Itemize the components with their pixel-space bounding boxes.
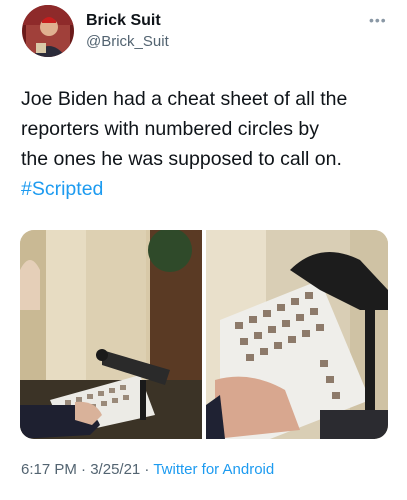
hashtag-link[interactable]: #Scripted <box>21 174 393 204</box>
meta-separator: · <box>76 461 91 478</box>
meta-separator: · <box>140 461 154 478</box>
author-handle[interactable]: @Brick_Suit <box>86 33 169 50</box>
tweet-text-line: Joe Biden had a cheat sheet of all the <box>21 88 348 110</box>
media-photo-right[interactable] <box>206 230 388 439</box>
more-horizontal-icon[interactable]: ••• <box>369 12 387 28</box>
tweet-media[interactable] <box>20 230 388 439</box>
avatar[interactable] <box>22 5 74 57</box>
tweet-date[interactable]: 3/25/21 <box>90 461 140 478</box>
tweet-time[interactable]: 6:17 PM <box>21 461 77 478</box>
tweet-source-link[interactable]: Twitter for Android <box>153 461 274 478</box>
tweet-text: Joe Biden had a cheat sheet of all the r… <box>21 84 393 204</box>
avatar-image <box>22 5 74 57</box>
tweet-text-line: the ones he was supposed to call on. <box>21 148 342 170</box>
media-photo-left[interactable] <box>20 230 202 439</box>
tweet-meta: 6:17 PM · 3/25/21 · Twitter for Android <box>21 461 274 478</box>
tweet-text-line: reporters with numbered circles by <box>21 118 320 140</box>
author-display-name[interactable]: Brick Suit <box>86 12 161 30</box>
